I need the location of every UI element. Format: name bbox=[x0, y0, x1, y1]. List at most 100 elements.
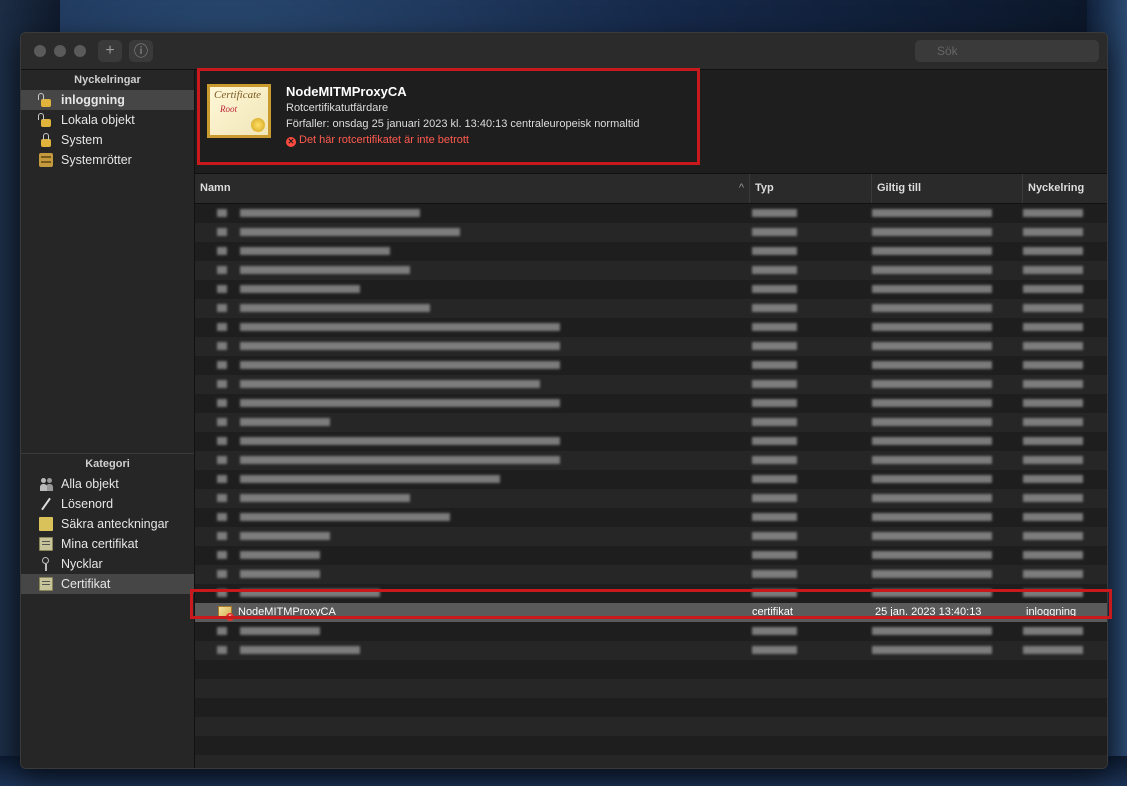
sidebar-item-system[interactable]: System bbox=[21, 130, 194, 150]
table-row[interactable] bbox=[195, 299, 1107, 318]
table-header: Namn ^ Typ Giltig till Nyckelring bbox=[195, 174, 1107, 204]
category-item-certifikat[interactable]: Certifikat bbox=[21, 574, 194, 594]
sidebar-item-systemrotter[interactable]: Systemrötter bbox=[21, 150, 194, 170]
table-row[interactable] bbox=[195, 527, 1107, 546]
table-row[interactable] bbox=[195, 489, 1107, 508]
redacted-cell bbox=[240, 342, 560, 350]
table-row[interactable] bbox=[195, 394, 1107, 413]
redacted-cell bbox=[240, 513, 450, 521]
redacted-cell bbox=[240, 285, 360, 293]
certificate-icon-root: Root bbox=[220, 104, 237, 114]
table-row[interactable] bbox=[195, 698, 1107, 717]
table-row[interactable] bbox=[195, 223, 1107, 242]
redacted-cell bbox=[1023, 228, 1083, 236]
category-item-alla-objekt[interactable]: Alla objekt bbox=[21, 474, 194, 494]
table-row[interactable] bbox=[195, 508, 1107, 527]
table-row[interactable] bbox=[195, 204, 1107, 223]
redacted-cell bbox=[240, 380, 540, 388]
certificate-title: NodeMITMProxyCA bbox=[286, 84, 407, 99]
table-row[interactable] bbox=[195, 565, 1107, 584]
redacted-cell bbox=[240, 323, 560, 331]
redacted-cell bbox=[240, 589, 380, 597]
table-row[interactable] bbox=[195, 660, 1107, 679]
sidebar-item-inloggning[interactable]: inloggning bbox=[21, 90, 194, 110]
column-header-type[interactable]: Typ bbox=[750, 174, 872, 203]
redacted-cell bbox=[217, 551, 227, 559]
lock-open-icon bbox=[38, 93, 51, 107]
table-row[interactable] bbox=[195, 337, 1107, 356]
error-icon: ✕ bbox=[286, 137, 296, 147]
redacted-cell bbox=[217, 228, 227, 236]
table-row[interactable] bbox=[195, 622, 1107, 641]
category-item-mina-certifikat[interactable]: Mina certifikat bbox=[21, 534, 194, 554]
redacted-cell bbox=[752, 228, 797, 236]
table-row[interactable] bbox=[195, 717, 1107, 736]
redacted-cell bbox=[217, 532, 227, 540]
sidebar: Nyckelringar inloggning Lokala objekt Sy… bbox=[21, 70, 195, 768]
add-button[interactable]: + bbox=[98, 40, 122, 62]
table-row[interactable] bbox=[195, 736, 1107, 755]
trust-warning: ✕ Det här rotcertifikatet är inte betrott bbox=[286, 134, 469, 147]
redacted-cell bbox=[217, 418, 227, 426]
table-row[interactable] bbox=[195, 470, 1107, 489]
column-header-keychain[interactable]: Nyckelring bbox=[1023, 174, 1107, 203]
category-item-losenord[interactable]: Lösenord bbox=[21, 494, 194, 514]
certificate-expiry: Förfaller: onsdag 25 januari 2023 kl. 13… bbox=[286, 118, 640, 130]
redacted-cell bbox=[752, 304, 797, 312]
column-header-name[interactable]: Namn ^ bbox=[195, 174, 750, 203]
redacted-cell bbox=[752, 323, 797, 331]
redacted-cell bbox=[217, 513, 227, 521]
category-item-nycklar[interactable]: Nycklar bbox=[21, 554, 194, 574]
redacted-cell bbox=[240, 646, 360, 654]
column-header-label: Namn bbox=[200, 182, 231, 194]
table-row[interactable] bbox=[195, 261, 1107, 280]
certificate-icon bbox=[39, 537, 53, 551]
cell-type: certifikat bbox=[752, 606, 793, 618]
certificate-subtitle: Rotcertifikatutfärdare bbox=[286, 102, 389, 114]
cell-valid: 25 jan. 2023 13:40:13 bbox=[875, 606, 982, 618]
table-row[interactable] bbox=[195, 280, 1107, 299]
table-row[interactable] bbox=[195, 318, 1107, 337]
column-header-label: Giltig till bbox=[877, 182, 921, 194]
redacted-cell bbox=[872, 456, 992, 464]
category-item-sakra-anteckningar[interactable]: Säkra anteckningar bbox=[21, 514, 194, 534]
redacted-cell bbox=[1023, 266, 1083, 274]
certificate-error-icon: × bbox=[218, 606, 234, 621]
redacted-cell bbox=[217, 285, 227, 293]
zoom-window-button[interactable] bbox=[74, 45, 86, 57]
search-input[interactable] bbox=[915, 40, 1099, 62]
error-badge-icon: × bbox=[226, 613, 234, 621]
table-row[interactable] bbox=[195, 755, 1107, 768]
certificate-icon: Certificate Root bbox=[207, 84, 271, 138]
table-row[interactable] bbox=[195, 242, 1107, 261]
table-row[interactable] bbox=[195, 641, 1107, 660]
redacted-cell bbox=[872, 304, 992, 312]
table-row[interactable] bbox=[195, 413, 1107, 432]
table-row[interactable] bbox=[195, 356, 1107, 375]
redacted-cell bbox=[752, 456, 797, 464]
column-header-valid[interactable]: Giltig till bbox=[872, 174, 1023, 203]
redacted-cell bbox=[1023, 399, 1083, 407]
redacted-cell bbox=[1023, 380, 1083, 388]
redacted-cell bbox=[1023, 475, 1083, 483]
redacted-cell bbox=[240, 209, 420, 217]
redacted-cell bbox=[240, 627, 320, 635]
table-row[interactable] bbox=[195, 375, 1107, 394]
table-row[interactable] bbox=[195, 432, 1107, 451]
table-row[interactable] bbox=[195, 679, 1107, 698]
certificate-icon bbox=[39, 577, 53, 591]
redacted-cell bbox=[752, 247, 797, 255]
redacted-cell bbox=[1023, 285, 1083, 293]
minimize-window-button[interactable] bbox=[54, 45, 66, 57]
table-row-selected[interactable]: × NodeMITMProxyCA certifikat 25 jan. 2023 1… bbox=[195, 603, 1107, 622]
close-window-button[interactable] bbox=[34, 45, 46, 57]
table-row[interactable] bbox=[195, 546, 1107, 565]
table-row[interactable] bbox=[195, 584, 1107, 603]
redacted-cell bbox=[872, 380, 992, 388]
table-row[interactable] bbox=[195, 451, 1107, 470]
sidebar-item-lokala-objekt[interactable]: Lokala objekt bbox=[21, 110, 194, 130]
keychains-header: Nyckelringar bbox=[74, 74, 141, 86]
info-button[interactable]: ⓘ bbox=[129, 40, 153, 62]
category-item-label: Lösenord bbox=[61, 497, 114, 511]
toolbar: + ⓘ bbox=[21, 33, 1107, 70]
